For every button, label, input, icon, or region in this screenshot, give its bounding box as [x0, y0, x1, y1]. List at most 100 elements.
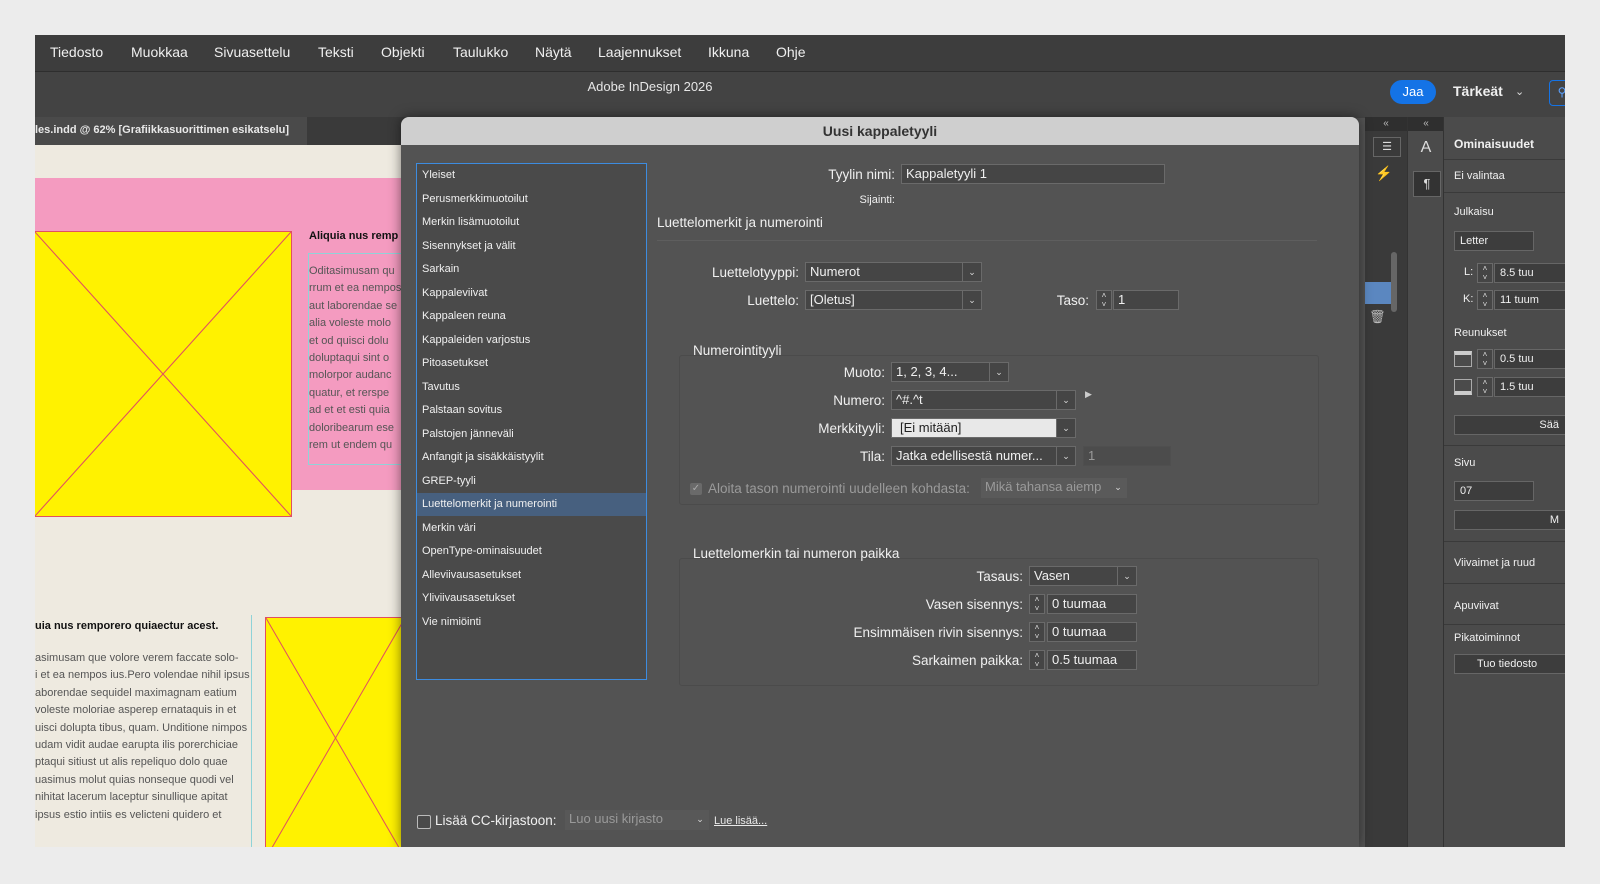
restart-select: Mikä tahansa aiemp ⌄ — [981, 478, 1127, 498]
mode-select[interactable]: Jatka edellisestä numer... ⌄ — [891, 446, 1076, 466]
import-file-button[interactable]: Tuo tiedosto — [1454, 654, 1565, 674]
menu-layout[interactable]: Sivuasettelu — [214, 44, 290, 60]
page-select[interactable]: 07 — [1454, 481, 1534, 501]
category-shading[interactable]: Kappaleiden varjostus — [417, 329, 646, 352]
chevron-down-icon[interactable]: ⌄ — [1515, 85, 1524, 98]
text-caption[interactable]: uia nus remporero quiaectur acest. — [35, 620, 218, 632]
cc-library-checkbox[interactable] — [417, 815, 431, 829]
category-bullets-numbering[interactable]: Luettelomerkit ja numerointi — [417, 493, 646, 516]
learn-more-link[interactable]: Lue lisää... — [714, 815, 767, 827]
trash-icon[interactable]: 🗑 — [1369, 309, 1386, 325]
category-basic-char[interactable]: Perusmerkkimuotoilut — [417, 188, 646, 211]
chevron-down-icon: ⌄ — [691, 810, 709, 828]
category-advanced-char[interactable]: Merkin lisämuotoilut — [417, 211, 646, 234]
document-tab[interactable]: les.indd @ 62% [Grafiikkasuorittimen esi… — [35, 117, 308, 145]
category-drop-caps[interactable]: Anfangit ja sisäkkäistyylit — [417, 446, 646, 469]
menu-object[interactable]: Objekti — [381, 44, 425, 60]
menu-help[interactable]: Ohje — [776, 44, 806, 60]
scrollbar[interactable] — [1391, 252, 1397, 312]
image-placeholder-frame[interactable] — [265, 617, 405, 847]
collapse-icon[interactable]: « — [1408, 117, 1444, 131]
char-style-select[interactable]: [Ei mitään] ⌄ — [891, 418, 1076, 438]
first-line-indent-stepper[interactable]: ˄ ˅ — [1029, 622, 1045, 642]
cc-library-label: Lisää CC-kirjastoon: — [435, 813, 557, 828]
text-line: quatur, et rerspe — [309, 386, 390, 399]
left-indent-input[interactable]: 0 tuumaa — [1047, 594, 1137, 614]
level-label: Taso: — [1056, 293, 1089, 308]
image-placeholder-frame[interactable] — [35, 231, 292, 517]
category-indents[interactable]: Sisennykset ja välit — [417, 235, 646, 258]
tab-position-stepper[interactable]: ˄ ˅ — [1029, 650, 1045, 670]
text-body[interactable]: Oditasimusam qu rrum et ea nempos aut la… — [309, 263, 405, 454]
margin-bottom-stepper[interactable]: ˄ ˅ — [1477, 377, 1493, 397]
width-field[interactable]: 8.5 tuu — [1494, 263, 1565, 283]
category-export-tagging[interactable]: Vie nimiöinti — [417, 611, 646, 634]
menu-plugins[interactable]: Laajennukset — [598, 44, 681, 60]
margin-top-stepper[interactable]: ˄ ˅ — [1477, 349, 1493, 369]
collapse-icon[interactable]: « — [1365, 117, 1407, 131]
height-field[interactable]: 11 tuum — [1494, 290, 1565, 310]
menu-table[interactable]: Taulukko — [453, 44, 508, 60]
adjust-layout-button[interactable]: Sää — [1454, 415, 1565, 435]
divider — [1444, 624, 1565, 625]
chevron-down-icon: ⌄ — [1056, 447, 1075, 465]
text-body[interactable]: asimusam que volore verem faccate solo- … — [35, 650, 250, 824]
page-size-select[interactable]: Letter — [1454, 231, 1534, 251]
master-page-button[interactable]: M — [1454, 510, 1565, 530]
no-selection-label: Ei valintaa — [1454, 170, 1505, 182]
insert-special-char-icon[interactable]: ▶ — [1085, 389, 1092, 400]
align-value: Vasen — [1034, 568, 1070, 583]
share-button[interactable]: Jaa — [1390, 80, 1436, 104]
category-justification[interactable]: Palstaan sovitus — [417, 399, 646, 422]
text-line: et od quisci dolu — [309, 334, 389, 347]
width-stepper[interactable]: ˄ ˅ — [1477, 263, 1493, 283]
align-select[interactable]: Vasen ⌄ — [1029, 566, 1137, 586]
category-strikethrough[interactable]: Yliviivausasetukset — [417, 587, 646, 610]
category-border[interactable]: Kappaleen reuna — [417, 305, 646, 328]
menu-window[interactable]: Ikkuna — [708, 44, 749, 60]
list-type-select[interactable]: Numerot ⌄ — [805, 262, 982, 282]
category-rules[interactable]: Kappaleviivat — [417, 282, 646, 305]
document-canvas[interactable]: Aliquia nus remp Oditasimusam qu rrum et… — [35, 145, 405, 847]
tab-position-input[interactable]: 0.5 tuumaa — [1047, 650, 1137, 670]
menu-view[interactable]: Näytä — [535, 44, 572, 60]
category-char-color[interactable]: Merkin väri — [417, 517, 646, 540]
menu-type[interactable]: Teksti — [318, 44, 354, 60]
text-line: aut laborendae se — [309, 299, 398, 312]
height-stepper[interactable]: ˄ ˅ — [1477, 290, 1493, 310]
level-stepper[interactable]: ˄ ˅ — [1096, 290, 1112, 310]
menu-edit[interactable]: Muokkaa — [131, 44, 188, 60]
format-select[interactable]: 1, 2, 3, 4... ⌄ — [891, 362, 1009, 382]
list-select[interactable]: [Oletus] ⌄ — [805, 290, 982, 310]
search-icon[interactable]: ⚲ — [1549, 80, 1565, 106]
category-keep[interactable]: Pitoasetukset — [417, 352, 646, 375]
left-indent-stepper[interactable]: ˄ ˅ — [1029, 594, 1045, 614]
category-tabs[interactable]: Sarkain — [417, 258, 646, 281]
text-caption[interactable]: Aliquia nus remp — [309, 230, 398, 242]
category-opentype[interactable]: OpenType-ominaisuudet — [417, 540, 646, 563]
lightning-icon[interactable]: ⚡ — [1375, 165, 1392, 182]
selected-row[interactable] — [1365, 282, 1391, 304]
category-hyphenation[interactable]: Tavutus — [417, 376, 646, 399]
level-input[interactable]: 1 — [1113, 290, 1179, 310]
paragraph-styles-icon[interactable]: ¶ — [1413, 171, 1441, 197]
margin-top-field[interactable]: 0.5 tuu — [1494, 349, 1565, 369]
number-input[interactable]: ^#.^t ⌄ — [891, 390, 1076, 410]
first-line-indent-input[interactable]: 0 tuumaa — [1047, 622, 1137, 642]
category-underline[interactable]: Alleviivausasetukset — [417, 564, 646, 587]
margin-bottom-field[interactable]: 1.5 tuu — [1494, 377, 1565, 397]
restart-numbering-checkbox[interactable]: ✓ — [690, 483, 702, 495]
character-styles-icon[interactable]: A — [1414, 139, 1438, 163]
category-general[interactable]: Yleiset — [417, 164, 646, 187]
cc-library-select: Luo uusi kirjasto ⌄ — [565, 810, 709, 830]
menu-icon[interactable]: ☰ — [1373, 137, 1401, 157]
text-line: ipsus estio intiis es velicteni quidero … — [35, 808, 222, 821]
category-grep[interactable]: GREP-tyyli — [417, 470, 646, 493]
menu-file[interactable]: Tiedosto — [50, 44, 103, 60]
indesign-window: Tiedosto Muokkaa Sivuasettelu Teksti Obj… — [35, 35, 1565, 847]
tab-position-label: Sarkaimen paikka: — [911, 653, 1023, 668]
category-span-columns[interactable]: Palstojen jänneväli — [417, 423, 646, 446]
chevron-down-icon: ⌄ — [1056, 391, 1075, 409]
style-name-input[interactable]: Kappaletyyli 1 — [901, 164, 1165, 184]
workspace-switcher[interactable]: Tärkeät — [1453, 83, 1503, 99]
